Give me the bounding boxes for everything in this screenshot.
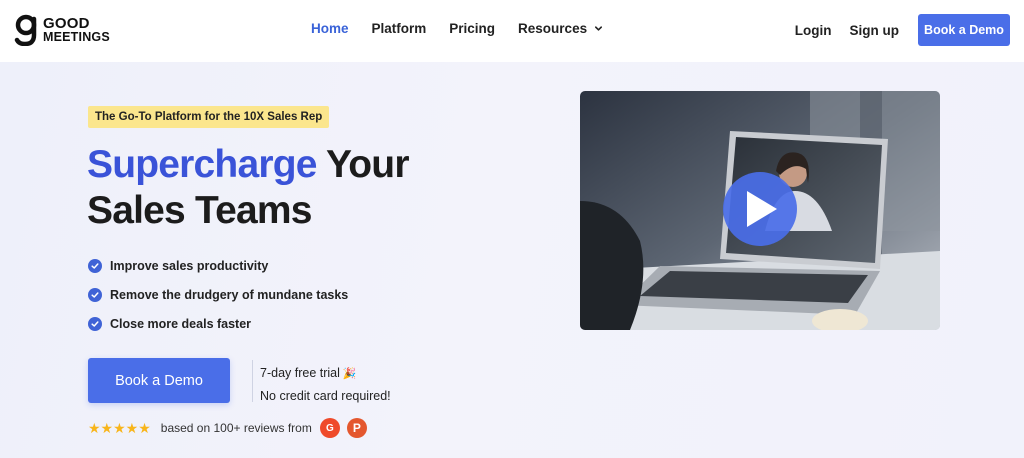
hero-badge: The Go-To Platform for the 10X Sales Rep	[88, 106, 330, 128]
nav-resources-label: Resources	[518, 21, 588, 36]
nav-pricing[interactable]: Pricing	[449, 21, 495, 36]
feature-item: Close more deals faster	[88, 309, 348, 338]
headline-highlight: Supercharge	[87, 143, 317, 186]
feature-text: Remove the drudgery of mundane tasks	[110, 287, 349, 302]
check-circle-icon	[88, 287, 102, 302]
feature-text: Improve sales productivity	[110, 258, 269, 273]
trial-line2: No credit card required!	[260, 389, 391, 403]
feature-item: Improve sales productivity	[88, 251, 348, 280]
logo-line2: MEETINGS	[43, 30, 110, 44]
headline-rest: Your	[316, 143, 410, 186]
party-popper-icon: 🎉	[342, 368, 357, 380]
feature-item: Remove the drudgery of mundane tasks	[88, 280, 348, 309]
signup-link[interactable]: Sign up	[850, 23, 900, 38]
producthunt-logo-icon[interactable]: P	[346, 418, 367, 438]
reviews-text: based on 100+ reviews from	[160, 421, 312, 435]
hero-video[interactable]	[580, 91, 940, 330]
headline-line2: Sales Teams	[87, 189, 312, 232]
nav-actions: Login Sign up Book a Demo	[795, 14, 1010, 46]
feature-text: Close more deals faster	[110, 316, 252, 331]
nav-resources[interactable]: Resources	[518, 21, 603, 36]
top-navbar: GOOD MEETINGS Home Platform Pricing Reso…	[0, 0, 1024, 62]
nav-platform[interactable]: Platform	[372, 21, 427, 36]
cta-divider	[252, 360, 253, 402]
login-link[interactable]: Login	[795, 23, 832, 38]
reviews-row: ★★★★★ based on 100+ reviews from G P	[88, 418, 367, 438]
headline-line1: Supercharge Your	[87, 142, 410, 188]
nav-links: Home Platform Pricing Resources	[311, 21, 626, 36]
logo-line1: GOOD	[43, 15, 90, 32]
chevron-down-icon	[595, 26, 603, 31]
logo[interactable]: GOOD MEETINGS	[14, 14, 110, 46]
trial-text: 7-day free trial	[260, 366, 340, 380]
hero-book-demo-button[interactable]: Book a Demo	[88, 358, 230, 403]
check-circle-icon	[88, 316, 102, 331]
trial-info: 7-day free trial 🎉 No credit card require…	[260, 362, 391, 407]
video-thumbnail	[580, 91, 940, 330]
hero-headline: Supercharge Your Sales Teams	[87, 142, 410, 234]
nav-book-demo-button[interactable]: Book a Demo	[918, 14, 1010, 46]
check-circle-icon	[88, 258, 102, 273]
logo-g-icon	[14, 14, 37, 46]
g2-logo-icon[interactable]: G	[319, 418, 340, 438]
logo-text: GOOD MEETINGS	[43, 15, 110, 44]
trial-line1: 7-day free trial 🎉	[260, 362, 391, 385]
feature-list: Improve sales productivity Remove the dr…	[88, 251, 348, 338]
nav-home[interactable]: Home	[311, 21, 349, 36]
rating-stars: ★★★★★	[88, 419, 151, 436]
